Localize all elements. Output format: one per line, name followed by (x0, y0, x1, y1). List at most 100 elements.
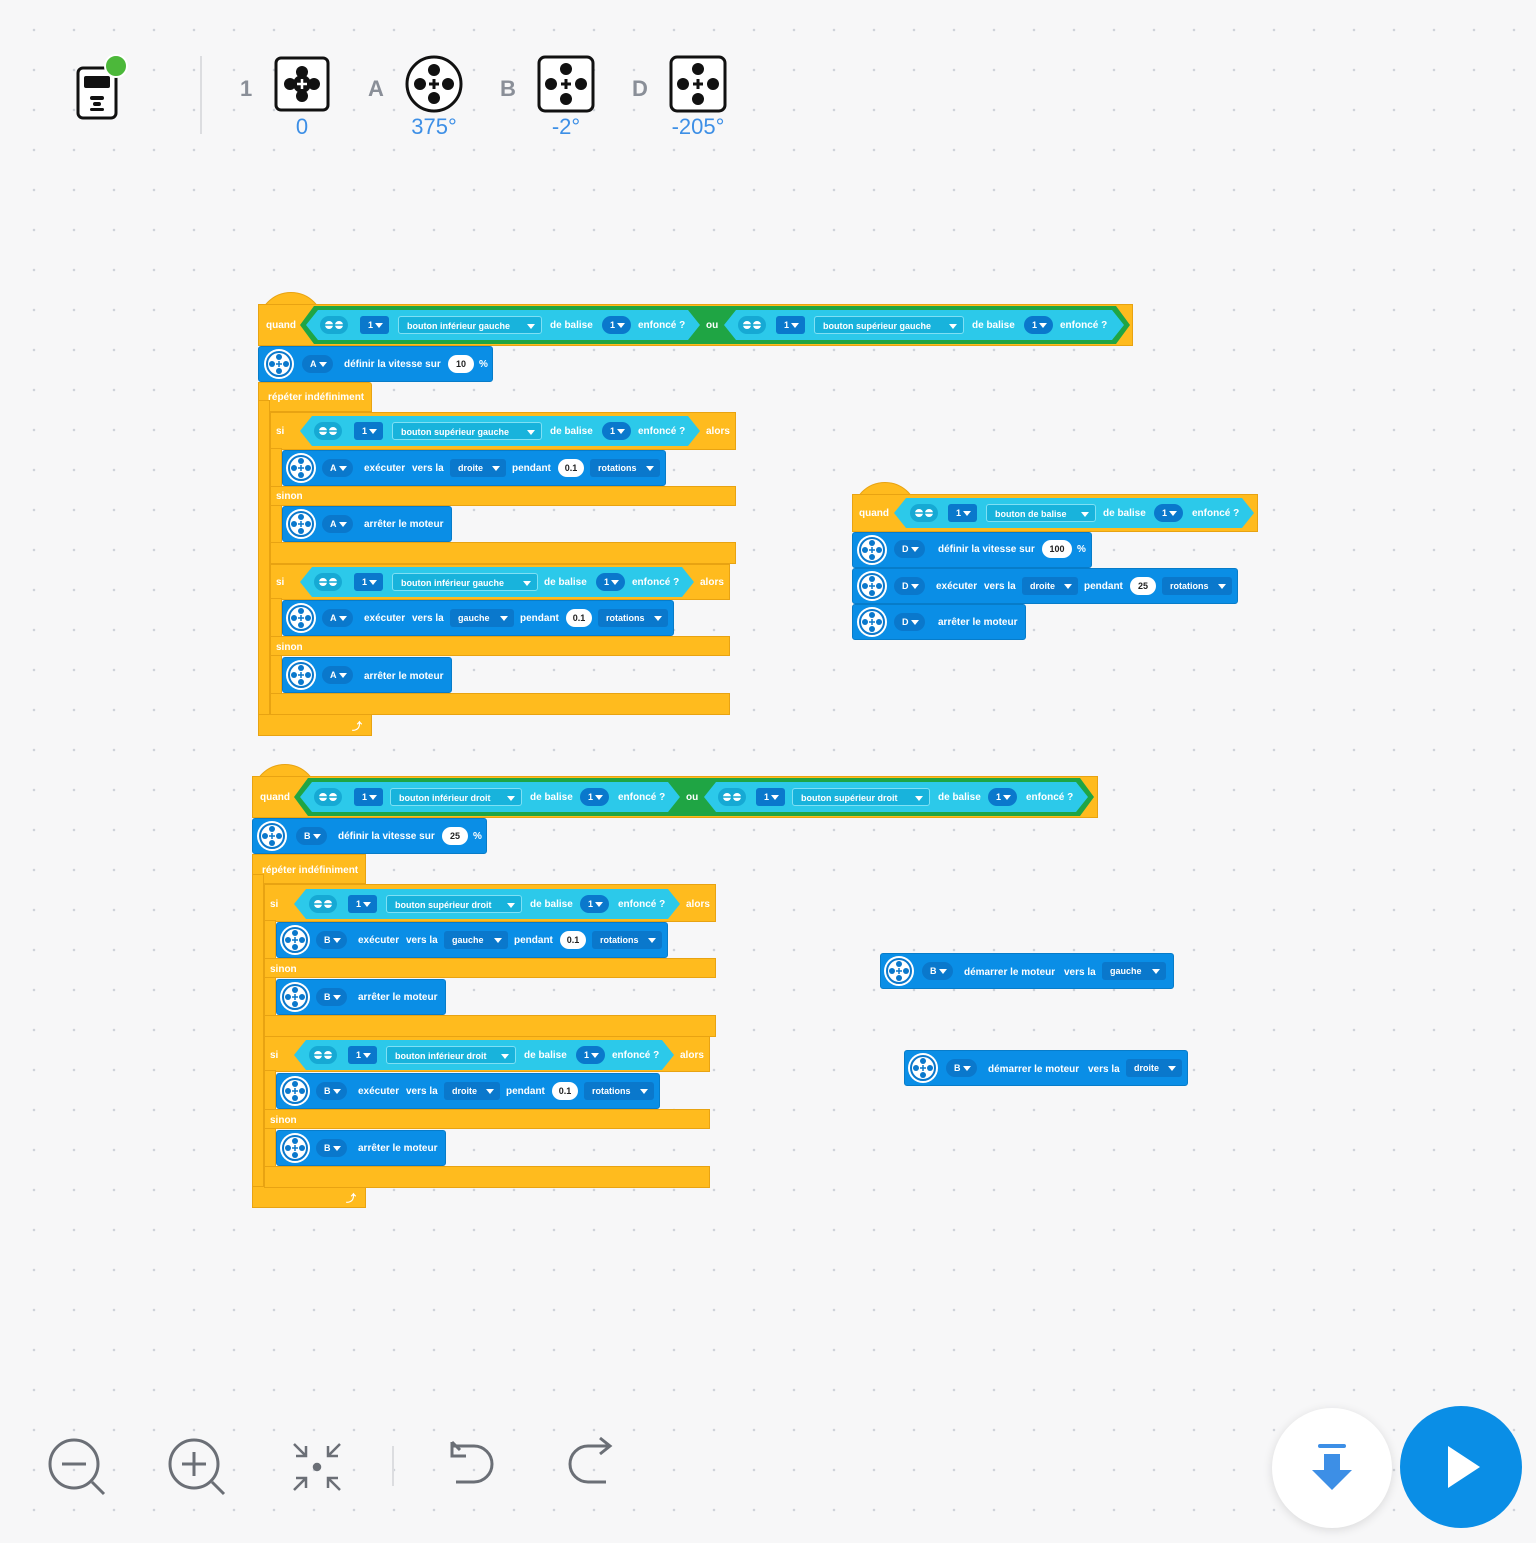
button-dropdown[interactable]: bouton inférieur gauche (392, 573, 538, 591)
motor-port-dropdown[interactable]: A (302, 355, 333, 373)
amount-input[interactable]: 0.1 (566, 609, 592, 627)
beacon-channel-dropdown[interactable]: 1 (988, 788, 1018, 806)
amount-input[interactable]: 25 (1130, 577, 1156, 595)
direction-dropdown[interactable]: droite (1126, 1059, 1182, 1077)
percent-label: % (1077, 544, 1086, 555)
button-dropdown[interactable]: bouton supérieur droit (386, 895, 522, 913)
motor-b-icon[interactable] (536, 54, 596, 114)
zoom-fit-icon[interactable] (288, 1438, 346, 1501)
unit-dropdown[interactable]: rotations (592, 931, 662, 949)
if-label: si (270, 899, 279, 910)
button-dropdown[interactable]: bouton inférieur droit (390, 788, 522, 806)
for-label: pendant (514, 935, 553, 946)
beacon-port-dropdown[interactable]: 1 (348, 895, 378, 913)
beacon-port-dropdown[interactable]: 1 (354, 788, 384, 806)
direction-dropdown[interactable]: gauche (444, 931, 508, 949)
motor-icon (286, 603, 316, 633)
direction-dropdown[interactable]: droite (1022, 577, 1078, 595)
motor-port-dropdown[interactable]: B (946, 1059, 977, 1077)
zoom-out-icon[interactable] (46, 1436, 108, 1503)
motor-port-dropdown[interactable]: B (316, 931, 347, 949)
motor-port-dropdown[interactable]: D (894, 577, 925, 595)
amount-input[interactable]: 0.1 (558, 459, 584, 477)
forever-label: répéter indéfiniment (268, 392, 365, 403)
download-button[interactable] (1272, 1408, 1392, 1528)
beacon-channel-dropdown[interactable]: 1 (602, 316, 632, 334)
towards-label: vers la (406, 935, 438, 946)
beacon-channel-dropdown[interactable]: 1 (580, 895, 610, 913)
of-beacon-label: de balise (530, 899, 573, 910)
beacon-port-dropdown[interactable]: 1 (354, 573, 384, 591)
beacon-port-dropdown[interactable]: 1 (776, 316, 806, 334)
direction-dropdown[interactable]: droite (450, 459, 506, 477)
motor-port-dropdown[interactable]: D (894, 613, 925, 631)
port-label-d: D (632, 76, 648, 101)
motor-port-dropdown[interactable]: A (322, 609, 353, 627)
button-dropdown[interactable]: bouton supérieur gauche (814, 316, 964, 334)
run-button[interactable] (1400, 1406, 1522, 1528)
pressed-label: enfoncé ? (638, 426, 686, 437)
set-speed-label: définir la vitesse sur (344, 359, 441, 370)
motor-port-dropdown[interactable]: A (322, 515, 353, 533)
redo-icon[interactable] (560, 1436, 620, 1501)
beacon-sensor-icon[interactable] (272, 54, 332, 114)
motor-port-dropdown[interactable]: A (322, 666, 353, 684)
pressed-label: enfoncé ? (612, 1050, 660, 1061)
direction-dropdown[interactable]: gauche (450, 609, 514, 627)
button-dropdown[interactable]: bouton inférieur gauche (398, 316, 542, 334)
button-dropdown[interactable]: bouton supérieur gauche (392, 422, 542, 440)
pressed-label: enfoncé ? (1026, 792, 1074, 803)
motor-port-dropdown[interactable]: A (322, 459, 353, 477)
unit-dropdown[interactable]: rotations (590, 459, 660, 477)
motor-d-icon[interactable] (668, 54, 728, 114)
speed-input[interactable]: 100 (1042, 540, 1072, 558)
beacon-channel-dropdown[interactable]: 1 (576, 1046, 606, 1064)
if-foot (270, 542, 736, 564)
pressed-label: enfoncé ? (1060, 320, 1108, 331)
button-dropdown[interactable]: bouton supérieur droit (792, 788, 930, 806)
amount-input[interactable]: 0.1 (560, 931, 586, 949)
beacon-port-dropdown[interactable]: 1 (348, 1046, 378, 1064)
motor-a-icon[interactable] (404, 54, 464, 114)
motor-port-dropdown[interactable]: B (316, 1139, 347, 1157)
unit-dropdown[interactable]: rotations (1162, 577, 1232, 595)
beacon-channel-dropdown[interactable]: 1 (1154, 504, 1184, 522)
motor-port-dropdown[interactable]: B (296, 827, 327, 845)
else-label: sinon (270, 1115, 297, 1126)
button-dropdown[interactable]: bouton inférieur droit (386, 1046, 516, 1064)
undo-icon[interactable] (442, 1436, 502, 1501)
if-foot (270, 693, 730, 715)
start-motor-label: démarrer le moteur (988, 1064, 1080, 1075)
beacon-icon (314, 788, 342, 806)
beacon-channel-dropdown[interactable]: 1 (602, 422, 632, 440)
zoom-in-icon[interactable] (166, 1436, 228, 1503)
stop-motor-label: arrêter le moteur (358, 1143, 438, 1154)
direction-dropdown[interactable]: gauche (1102, 962, 1166, 980)
motor-icon (280, 1133, 310, 1163)
beacon-channel-dropdown[interactable]: 1 (580, 788, 610, 806)
unit-dropdown[interactable]: rotations (598, 609, 668, 627)
motor-port-dropdown[interactable]: D (894, 540, 925, 558)
else-section (270, 486, 736, 506)
beacon-port-dropdown[interactable]: 1 (360, 316, 390, 334)
beacon-port-dropdown[interactable]: 1 (948, 504, 978, 522)
run-label: exécuter (364, 613, 406, 624)
unit-dropdown[interactable]: rotations (584, 1082, 654, 1100)
amount-input[interactable]: 0.1 (552, 1082, 578, 1100)
when-label: quand (260, 792, 290, 803)
speed-input[interactable]: 25 (442, 827, 468, 845)
direction-dropdown[interactable]: droite (444, 1082, 500, 1100)
of-beacon-label: de balise (938, 792, 981, 803)
button-dropdown[interactable]: bouton de balise (986, 504, 1096, 522)
beacon-channel-dropdown[interactable]: 1 (596, 573, 626, 591)
beacon-port-dropdown[interactable]: 1 (354, 422, 384, 440)
pressed-label: enfoncé ? (618, 792, 666, 803)
motor-port-dropdown[interactable]: B (922, 962, 953, 980)
speed-input[interactable]: 10 (448, 355, 474, 373)
motor-port-dropdown[interactable]: B (316, 988, 347, 1006)
beacon-channel-dropdown[interactable]: 1 (1024, 316, 1054, 334)
motor-port-dropdown[interactable]: B (316, 1082, 347, 1100)
else-section (264, 958, 716, 978)
port-value-d: -205° (671, 114, 725, 139)
beacon-port-dropdown[interactable]: 1 (756, 788, 786, 806)
